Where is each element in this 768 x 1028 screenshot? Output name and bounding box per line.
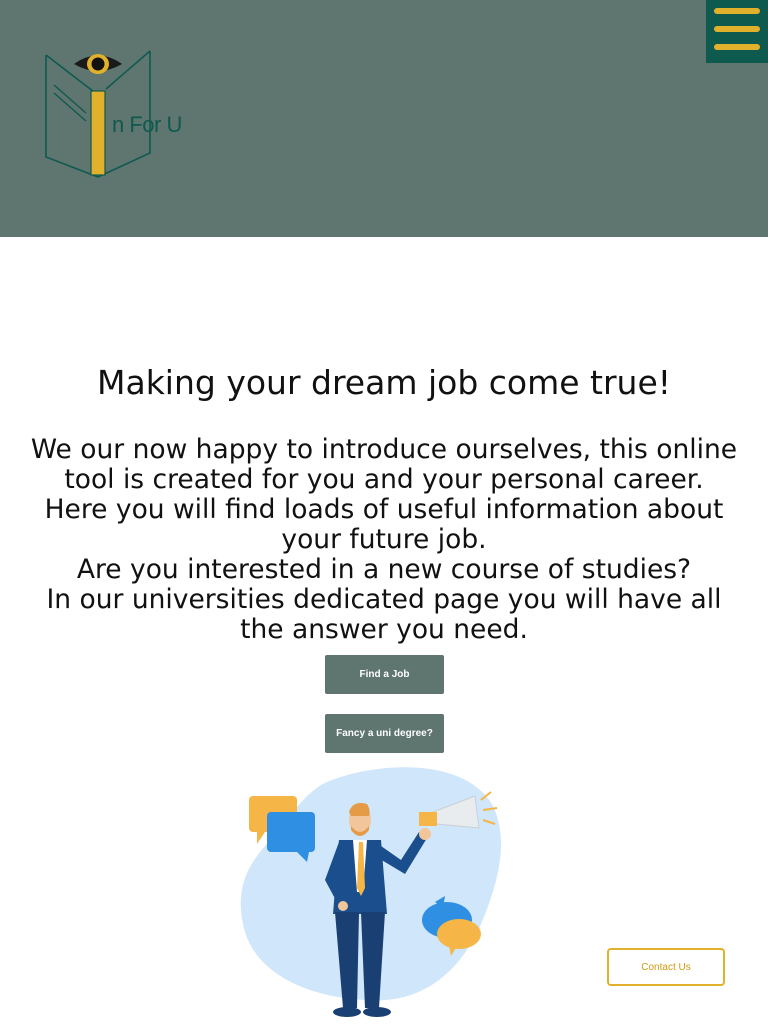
hamburger-menu-button[interactable] — [706, 0, 768, 63]
intro-line: In our universities dedicated page you w… — [46, 584, 722, 645]
businessman-megaphone-illustration — [235, 764, 510, 1024]
uni-degree-button[interactable]: Fancy a uni degree? — [325, 714, 444, 753]
contact-us-button[interactable]: Contact Us — [607, 948, 725, 986]
businessman-megaphone-icon — [240, 767, 502, 1017]
page-headline: Making your dream job come true! — [97, 363, 671, 402]
logo-text: n For U — [112, 112, 182, 137]
intro-text: We our now happy to introduce ourselves,… — [30, 435, 738, 645]
site-header: n For U — [0, 0, 768, 237]
intro-line: We our now happy to introduce ourselves,… — [30, 434, 738, 495]
site-logo[interactable]: n For U — [40, 45, 200, 180]
find-job-button[interactable]: Find a Job — [325, 655, 444, 694]
main-content: Making your dream job come true! We our … — [0, 237, 768, 1024]
intro-line: Here you will find loads of useful infor… — [44, 494, 724, 555]
intro-line: Are you interested in a new course of st… — [76, 554, 692, 585]
